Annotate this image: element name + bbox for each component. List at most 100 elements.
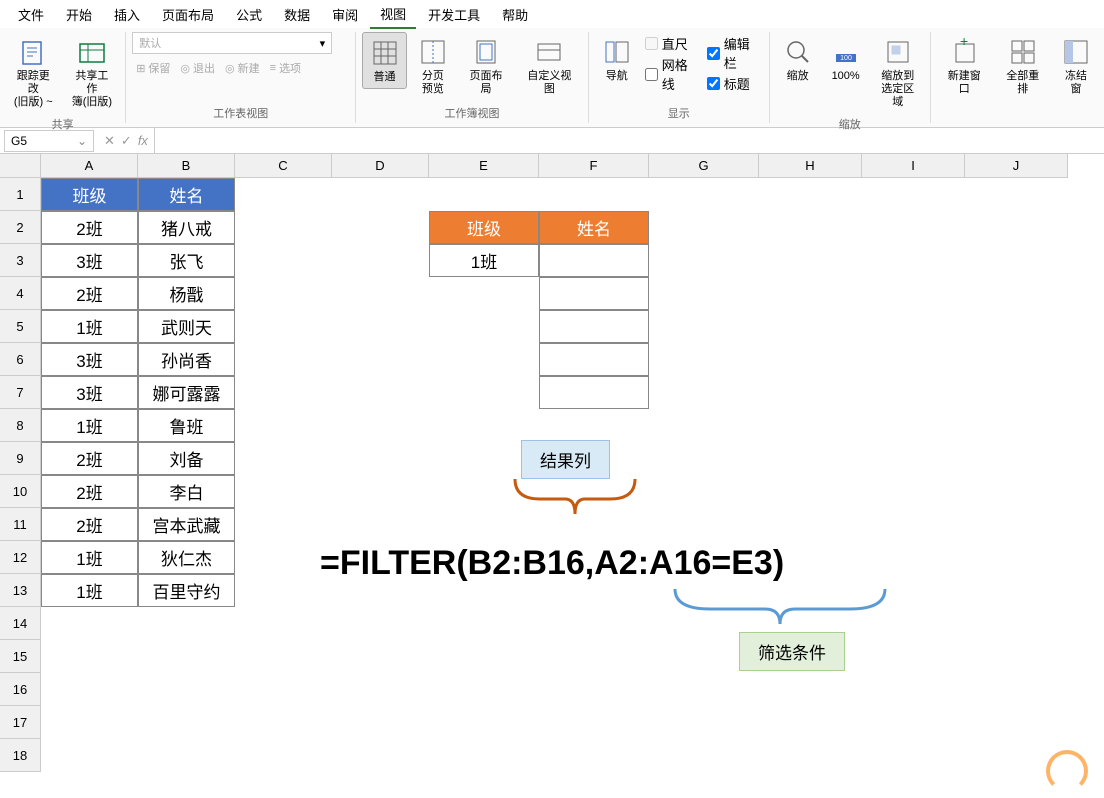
keep-button[interactable]: 保留 (148, 60, 170, 76)
menu-data[interactable]: 数据 (274, 1, 320, 28)
cell[interactable]: 张飞 (138, 244, 235, 277)
page-layout-button[interactable]: 页面布局 (459, 32, 513, 100)
row-header[interactable]: 5 (0, 310, 41, 343)
column-header[interactable]: J (965, 154, 1068, 178)
menu-developer[interactable]: 开发工具 (418, 1, 490, 28)
row-header[interactable]: 13 (0, 574, 41, 607)
ruler-checkbox[interactable]: 直尺 (645, 34, 699, 53)
cell[interactable]: 刘备 (138, 442, 235, 475)
menu-review[interactable]: 审阅 (322, 1, 368, 28)
cell[interactable]: 3班 (41, 343, 138, 376)
cell[interactable]: 宫本武藏 (138, 508, 235, 541)
cell[interactable]: 班级 (429, 211, 539, 244)
gridlines-checkbox[interactable]: 网格线 (645, 55, 699, 93)
cell[interactable] (539, 244, 649, 277)
confirm-icon[interactable]: ✓ (121, 133, 132, 149)
cell[interactable]: 2班 (41, 277, 138, 310)
cell[interactable]: 1班 (41, 409, 138, 442)
column-header[interactable]: G (649, 154, 759, 178)
row-header[interactable]: 6 (0, 343, 41, 376)
page-break-button[interactable]: 分页 预览 (411, 32, 455, 100)
column-header[interactable]: B (138, 154, 235, 178)
menu-formulas[interactable]: 公式 (226, 1, 272, 28)
row-header[interactable]: 11 (0, 508, 41, 541)
row-header[interactable]: 12 (0, 541, 41, 574)
column-header[interactable]: C (235, 154, 332, 178)
cell[interactable]: 1班 (429, 244, 539, 277)
cell[interactable]: 3班 (41, 244, 138, 277)
row-header[interactable]: 2 (0, 211, 41, 244)
row-header[interactable]: 18 (0, 739, 41, 772)
row-header[interactable]: 4 (0, 277, 41, 310)
cell[interactable] (539, 277, 649, 310)
menu-help[interactable]: 帮助 (492, 1, 538, 28)
fx-icon[interactable]: fx (138, 133, 148, 149)
menu-insert[interactable]: 插入 (104, 1, 150, 28)
cell[interactable]: 姓名 (138, 178, 235, 211)
cell[interactable]: 娜可露露 (138, 376, 235, 409)
column-header[interactable]: H (759, 154, 862, 178)
cell[interactable]: 2班 (41, 475, 138, 508)
cell[interactable] (539, 376, 649, 409)
menu-view[interactable]: 视图 (370, 0, 416, 29)
cell[interactable]: 孙尚香 (138, 343, 235, 376)
row-header[interactable]: 3 (0, 244, 41, 277)
new-window-button[interactable]: + 新建窗口 (937, 32, 992, 100)
cell[interactable] (539, 310, 649, 343)
row-header[interactable]: 9 (0, 442, 41, 475)
normal-view-button[interactable]: 普通 (362, 32, 407, 89)
cell[interactable]: 2班 (41, 508, 138, 541)
menu-home[interactable]: 开始 (56, 1, 102, 28)
name-box[interactable]: G5 ⌄ (4, 130, 94, 152)
menu-file[interactable]: 文件 (8, 1, 54, 28)
row-header[interactable]: 14 (0, 607, 41, 640)
cell[interactable]: 百里守约 (138, 574, 235, 607)
zoom-button[interactable]: 缩放 (776, 32, 820, 87)
exit-button[interactable]: 退出 (193, 60, 215, 76)
cell[interactable] (539, 343, 649, 376)
new-button[interactable]: 新建 (238, 60, 260, 76)
cell[interactable]: 狄仁杰 (138, 541, 235, 574)
column-header[interactable]: I (862, 154, 965, 178)
menu-page-layout[interactable]: 页面布局 (152, 1, 224, 28)
cell[interactable]: 姓名 (539, 211, 649, 244)
navigation-button[interactable]: 导航 (595, 32, 639, 87)
cell[interactable]: 3班 (41, 376, 138, 409)
formula-bar-checkbox[interactable]: 编辑栏 (707, 34, 761, 72)
row-header[interactable]: 8 (0, 409, 41, 442)
cell[interactable]: 1班 (41, 310, 138, 343)
cell[interactable]: 2班 (41, 211, 138, 244)
zoom-selection-button[interactable]: 缩放到 选定区域 (872, 32, 924, 114)
headings-checkbox[interactable]: 标题 (707, 74, 761, 93)
cell[interactable]: 猪八戒 (138, 211, 235, 244)
cell[interactable]: 班级 (41, 178, 138, 211)
cell[interactable]: 李白 (138, 475, 235, 508)
row-header[interactable]: 10 (0, 475, 41, 508)
view-style-select[interactable]: 默认 ▾ (132, 32, 332, 54)
share-workbook-button[interactable]: 共享工作 簿(旧版) (65, 32, 120, 114)
cell[interactable]: 2班 (41, 442, 138, 475)
row-header[interactable]: 1 (0, 178, 41, 211)
row-header[interactable]: 17 (0, 706, 41, 739)
column-header[interactable]: D (332, 154, 429, 178)
cell[interactable]: 1班 (41, 541, 138, 574)
options-button[interactable]: 选项 (279, 60, 301, 76)
arrange-all-button[interactable]: 全部重排 (995, 32, 1050, 100)
track-changes-button[interactable]: 跟踪更改 (旧版) ~ (6, 32, 61, 114)
column-header[interactable]: E (429, 154, 539, 178)
row-header[interactable]: 7 (0, 376, 41, 409)
select-all-corner[interactable] (0, 154, 41, 178)
freeze-panes-button[interactable]: 冻结窗 (1054, 32, 1098, 100)
cell[interactable]: 鲁班 (138, 409, 235, 442)
cancel-icon[interactable]: ✕ (104, 133, 115, 149)
column-header[interactable]: F (539, 154, 649, 178)
row-header[interactable]: 15 (0, 640, 41, 673)
column-header[interactable]: A (41, 154, 138, 178)
cell[interactable]: 武则天 (138, 310, 235, 343)
row-header[interactable]: 16 (0, 673, 41, 706)
zoom-100-button[interactable]: 100 100% (824, 32, 868, 87)
cell[interactable]: 1班 (41, 574, 138, 607)
custom-view-button[interactable]: 自定义视图 (517, 32, 582, 100)
formula-input[interactable] (154, 128, 1104, 153)
cell[interactable]: 杨戬 (138, 277, 235, 310)
